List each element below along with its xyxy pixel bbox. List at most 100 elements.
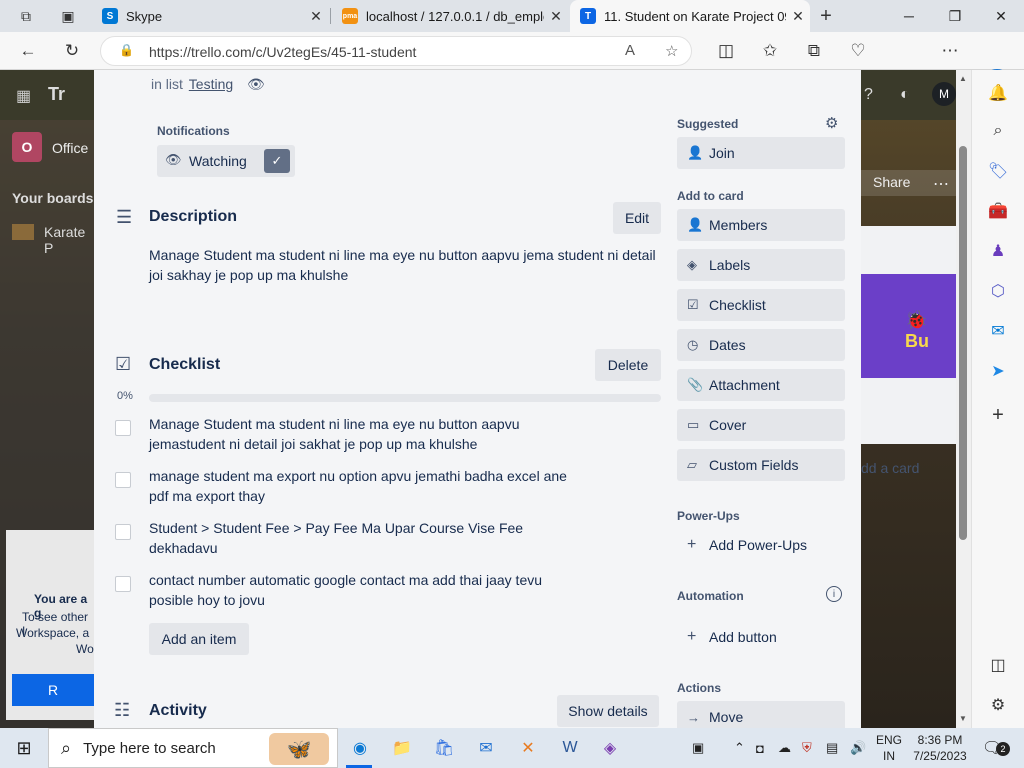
workspace-icon[interactable]: O [12,132,42,162]
store-icon[interactable]: 🛍 [430,734,458,762]
meet-now-icon[interactable]: ▣ [692,728,712,768]
mail-icon[interactable]: ✉ [472,734,500,762]
item-checkbox[interactable] [115,472,131,488]
item-checkbox[interactable] [115,420,131,436]
volume-icon[interactable]: 🔊 [850,728,868,768]
close-tab-icon[interactable]: ✕ [786,8,810,25]
tab-trello-card[interactable]: T 11. Student on Karate Project 09 ✕ [570,0,810,32]
checklist-item[interactable]: contact number automatic google contact … [115,570,675,614]
games-icon[interactable]: ♟ [987,240,1009,262]
add-button-button[interactable]: + Add button [677,621,845,653]
clock[interactable]: 8:36 PM 7/25/2023 [910,728,970,768]
board-link[interactable]: Karate P [44,224,94,256]
edit-description-button[interactable]: Edit [613,202,661,234]
split-screen-icon[interactable]: ◫ [714,39,738,63]
toolbox-icon[interactable]: 🧰 [987,200,1009,222]
join-button[interactable]: 👤 Join [677,137,845,169]
refresh-icon[interactable]: ↻ [60,39,84,63]
back-icon[interactable]: ← [16,39,40,63]
url-text[interactable]: https://trello.com/c/Uv2tegEs/45-11-stud… [149,44,416,60]
workspaces-icon[interactable]: ⧉ [16,6,36,26]
item-text[interactable]: contact number automatic google contact … [149,570,569,610]
app-switcher-icon[interactable]: ▦ [16,86,31,106]
page-scrollbar[interactable]: ▲ ▼ [956,70,971,728]
labels-button[interactable]: ◈ Labels [677,249,845,281]
word-icon[interactable]: W [556,734,584,762]
tray-chevron-up-icon[interactable]: ⌃ [734,728,748,768]
add-powerups-button[interactable]: + Add Power-Ups [677,529,845,561]
checklist-item[interactable]: Student > Student Fee > Pay Fee Ma Upar … [115,518,675,562]
microsoft365-icon[interactable]: ⬡ [987,280,1009,302]
file-explorer-icon[interactable]: 📁 [388,734,416,762]
close-tab-icon[interactable]: ✕ [544,8,568,25]
taskbar-search-box[interactable]: ⌕ Type here to search 🦋 [48,728,338,768]
scroll-down-icon[interactable]: ▼ [959,714,967,723]
minimize-button[interactable]: ─ [886,0,932,32]
delete-checklist-button[interactable]: Delete [595,349,661,381]
new-tab-button[interactable]: + [816,5,836,27]
language-indicator[interactable]: ENG IN [872,728,906,768]
close-tab-icon[interactable]: ✕ [304,8,328,25]
add-sidebar-app-icon[interactable]: + [987,404,1009,426]
address-bar[interactable]: 🔒 https://trello.com/c/Uv2tegEs/45-11-st… [100,36,692,66]
close-window-button[interactable]: ✕ [978,0,1024,32]
add-card-link[interactable]: dd a card [861,460,919,476]
scroll-up-icon[interactable]: ▲ [959,74,967,83]
collections-icon[interactable]: ⧉ [802,39,826,63]
checklist-item[interactable]: Manage Student ma student ni line ma eye… [115,414,675,458]
board-menu-icon[interactable]: ⋯ [933,174,949,194]
custom-fields-button[interactable]: ▱ Custom Fields [677,449,845,481]
attachment-button[interactable]: 📎 Attachment [677,369,845,401]
vertical-tabs-icon[interactable]: ▣ [58,6,78,26]
split-sidebar-icon[interactable]: ◫ [987,654,1009,676]
network-icon[interactable]: ▤ [826,728,844,768]
search-highlight-icon[interactable]: 🦋 [269,733,329,765]
shopping-tag-icon[interactable]: 🏷 [987,160,1009,182]
item-text[interactable]: manage student ma export nu option apvu … [149,466,569,506]
send-icon[interactable]: ➤ [987,360,1009,382]
dates-button[interactable]: ◷ Dates [677,329,845,361]
item-checkbox[interactable] [115,524,131,540]
onedrive-cloud-icon[interactable]: ☁ [778,728,796,768]
tab-skype[interactable]: S Skype ✕ [92,0,328,32]
search-icon[interactable]: ⌕ [987,120,1009,142]
scrollbar-thumb[interactable] [959,146,967,540]
move-button[interactable]: → Move [677,701,845,728]
members-button[interactable]: 👤 Members [677,209,845,241]
cover-button[interactable]: ▭ Cover [677,409,845,441]
item-text[interactable]: Student > Student Fee > Pay Fee Ma Upar … [149,518,569,558]
edge-app-icon[interactable]: ◉ [346,734,374,762]
bell-icon[interactable]: 🔔 [987,82,1009,104]
windows-start-icon[interactable]: ⊞ [12,734,36,762]
favorite-star-icon[interactable]: ☆ [665,42,678,60]
browser-essentials-icon[interactable]: ♡ [846,39,870,63]
restore-button[interactable]: ❐ [932,0,978,32]
description-text[interactable]: Manage Student ma student ni line ma eye… [149,245,661,285]
sidebar-settings-icon[interactable]: ⚙ [987,694,1009,716]
more-menu-icon[interactable]: ⋯ [938,39,962,63]
tab-phpmyadmin[interactable]: pma localhost / 127.0.0.1 / db_employ ✕ [332,0,568,32]
banner-card[interactable]: 🐞 Bu [861,274,956,378]
show-details-button[interactable]: Show details [557,695,659,727]
info-icon[interactable]: i [826,586,842,602]
trello-logo[interactable]: Tr [48,84,65,105]
add-item-button[interactable]: Add an item [149,623,249,655]
list-link[interactable]: Testing [189,76,233,92]
item-checkbox[interactable] [115,576,131,592]
security-icon[interactable]: ⛨ [802,728,820,768]
item-text[interactable]: Manage Student ma student ni line ma eye… [149,414,569,454]
notice-button[interactable]: R [12,674,94,706]
xampp-icon[interactable]: ✕ [514,734,542,762]
checklist-item[interactable]: manage student ma export nu option apvu … [115,466,675,510]
visual-studio-icon[interactable]: ◈ [596,734,624,762]
read-aloud-icon[interactable]: A [625,42,635,59]
settings-gear-icon[interactable]: ⚙ [825,114,838,132]
workspace-name[interactable]: Office [52,140,88,156]
checklist-button[interactable]: ☑ Checklist [677,289,845,321]
favorites-icon[interactable]: ✩ [758,39,782,63]
camera-icon[interactable]: ◘ [756,728,770,768]
person-icon: 👤 [687,217,704,232]
watch-button[interactable]: 👁 Watching ✓ [157,145,295,177]
outlook-icon[interactable]: ✉ [987,320,1009,342]
notification-center[interactable]: 🗨 2 [982,728,1010,768]
